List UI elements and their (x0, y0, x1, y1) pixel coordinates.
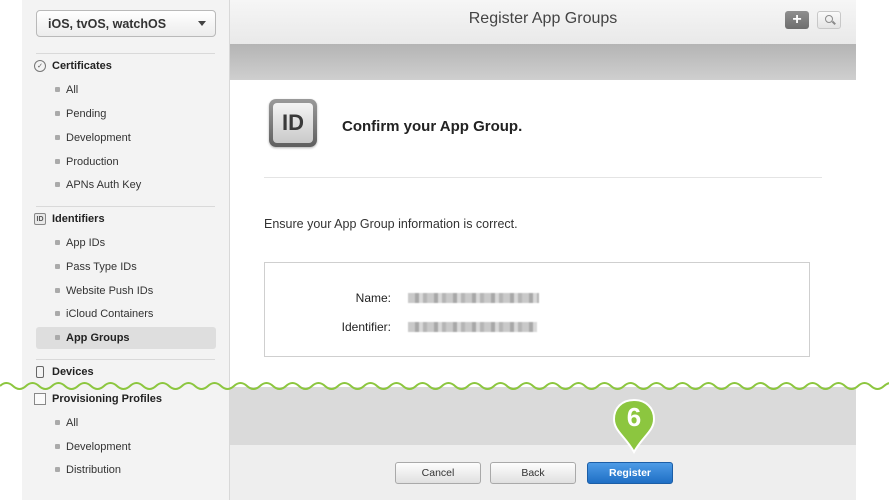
id-icon: ID (34, 213, 46, 225)
bullet-icon (55, 159, 60, 164)
sidebar-item-label: App Groups (66, 332, 130, 344)
chevron-down-icon (198, 21, 206, 26)
id-badge-icon: ID (269, 99, 317, 147)
certificate-icon: ✓ (34, 60, 46, 72)
instruction-text: Ensure your App Group information is cor… (264, 217, 518, 231)
bullet-icon (55, 335, 60, 340)
identifier-label: Identifier: (341, 320, 391, 334)
sidebar-item-label: Pending (66, 108, 107, 120)
sidebar-item-label: App IDs (66, 237, 106, 249)
left-margin (0, 0, 22, 500)
bullet-icon (55, 135, 60, 140)
divider (36, 359, 215, 360)
sidebar-item-label: Development (66, 441, 131, 453)
sidebar-item-website-push-ids[interactable]: Website Push IDs (36, 280, 216, 302)
right-margin (856, 0, 889, 500)
page-title: Register App Groups (468, 10, 618, 27)
sidebar-item-distribution[interactable]: Distribution (36, 459, 216, 481)
sidebar-item-label: Distribution (66, 464, 122, 476)
sidebar-item-certificates-all[interactable]: All (36, 79, 216, 101)
sidebar-item-profiles-all[interactable]: All (36, 412, 216, 434)
bullet-icon (55, 444, 60, 449)
confirm-title: Confirm your App Group. (342, 118, 523, 135)
sidebar-item-label: Production (66, 156, 119, 168)
identifier-value-redacted (408, 322, 537, 332)
divider (264, 177, 822, 178)
wavy-cut-line (0, 382, 889, 390)
app-group-info-box: Name: Identifier: (264, 262, 810, 357)
bullet-icon (55, 240, 60, 245)
sidebar: iOS, tvOS, watchOS ✓ Certificates All Pe… (22, 0, 230, 500)
bullet-icon (55, 420, 60, 425)
sidebar-item-pass-type-ids[interactable]: Pass Type IDs (36, 256, 216, 278)
search-button[interactable] (817, 11, 841, 29)
platform-select-label: iOS, tvOS, watchOS (48, 16, 167, 31)
register-button[interactable]: Register (587, 462, 673, 484)
sidebar-item-label: iCloud Containers (66, 308, 154, 320)
bullet-icon (55, 182, 60, 187)
add-button[interactable]: + (785, 11, 809, 29)
section-label: Identifiers (52, 213, 105, 225)
main-panel: Register App Groups + ID Confirm your Ap… (230, 0, 856, 500)
section-certificates[interactable]: ✓ Certificates (34, 57, 112, 75)
back-button[interactable]: Back (490, 462, 576, 484)
bullet-icon (55, 288, 60, 293)
name-label: Name: (355, 291, 391, 305)
section-identifiers[interactable]: ID Identifiers (34, 210, 105, 228)
divider (36, 53, 215, 54)
step-marker-number: 6 (626, 402, 642, 432)
plus-icon: + (792, 11, 802, 28)
bullet-icon (55, 467, 60, 472)
header-band (230, 44, 856, 80)
name-value-redacted (408, 293, 539, 303)
divider (36, 206, 215, 207)
cancel-button[interactable]: Cancel (395, 462, 481, 484)
top-bar: Register App Groups + (230, 0, 856, 44)
bullet-icon (55, 311, 60, 316)
platform-select[interactable]: iOS, tvOS, watchOS (36, 10, 216, 37)
sidebar-item-label: APNs Auth Key (66, 179, 142, 191)
sidebar-item-label: All (66, 84, 79, 96)
sidebar-item-production[interactable]: Production (36, 151, 216, 173)
sidebar-item-label: All (66, 417, 79, 429)
sidebar-item-icloud-containers[interactable]: iCloud Containers (36, 303, 216, 325)
sidebar-item-apns-auth-key[interactable]: APNs Auth Key (36, 174, 216, 196)
section-label: Certificates (52, 60, 112, 72)
sidebar-item-app-groups[interactable]: App Groups (36, 327, 216, 349)
sidebar-item-label: Development (66, 132, 131, 144)
sidebar-item-label: Pass Type IDs (66, 261, 137, 273)
id-badge-text: ID (273, 103, 313, 143)
bullet-icon (55, 87, 60, 92)
sidebar-item-certificates-development[interactable]: Development (36, 127, 216, 149)
sidebar-item-app-ids[interactable]: App IDs (36, 232, 216, 254)
bullet-icon (55, 111, 60, 116)
sidebar-item-label: Website Push IDs (66, 285, 154, 297)
sidebar-item-profiles-development[interactable]: Development (36, 436, 216, 458)
bullet-icon (55, 264, 60, 269)
sidebar-item-pending[interactable]: Pending (36, 103, 216, 125)
